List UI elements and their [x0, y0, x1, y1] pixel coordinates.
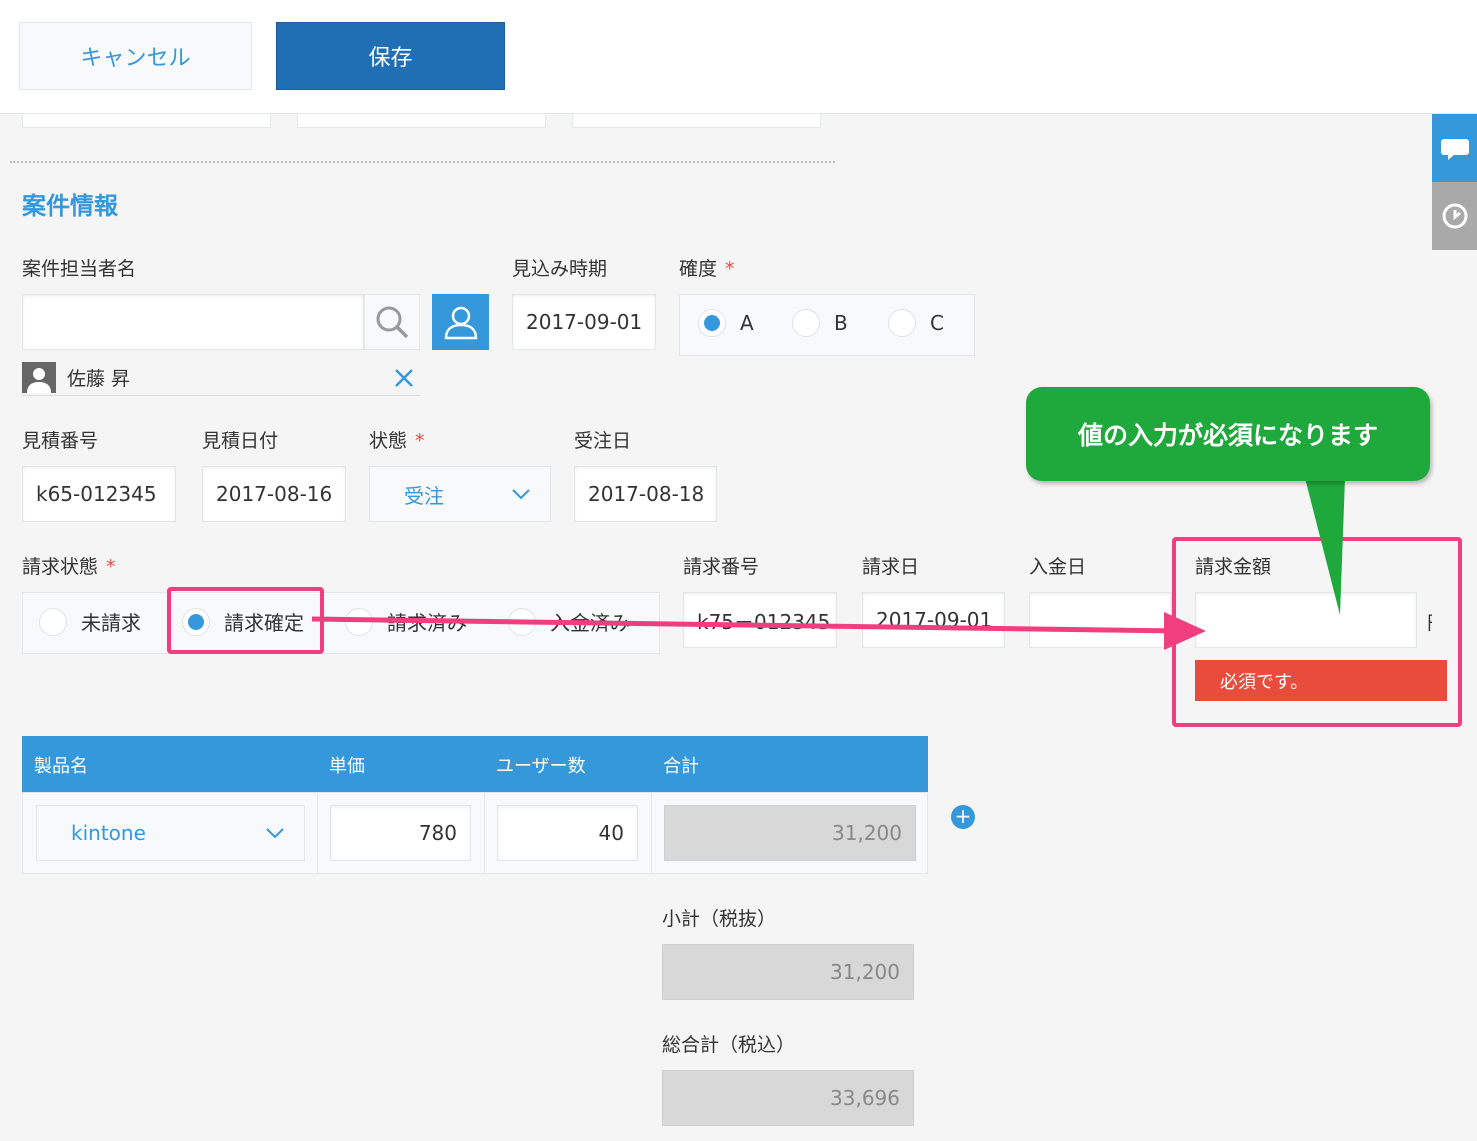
order-date-input[interactable]: 2017-08-18: [574, 466, 717, 522]
certainty-label: 確度 *: [679, 258, 735, 280]
history-icon: [1442, 203, 1467, 229]
invoice-no-label: 請求番号: [683, 556, 760, 578]
users-input[interactable]: 40: [497, 805, 638, 861]
header-unit-price: 単価: [329, 756, 365, 777]
close-icon: [395, 369, 413, 387]
product-dropdown[interactable]: kintone: [36, 805, 305, 861]
radio-unselected[interactable]: [508, 607, 536, 636]
payment-date-label: 入金日: [1029, 556, 1087, 578]
annotation-callout: 値の入力が必須になります: [1026, 387, 1430, 481]
invoice-no-input[interactable]: k75－012345: [683, 592, 837, 648]
grand-total-label: 総合計（税込）: [662, 1034, 796, 1056]
certainty-option-c[interactable]: C: [888, 309, 944, 337]
user-search-button[interactable]: [364, 294, 420, 350]
radio-unselected[interactable]: [39, 607, 67, 636]
user-picker-button[interactable]: [432, 294, 489, 350]
highlight-billing-confirmed: [167, 587, 324, 654]
field-cut-3: [572, 114, 821, 128]
history-tab[interactable]: [1432, 182, 1477, 250]
estimate-date-input[interactable]: 2017-08-16: [202, 466, 346, 522]
section-divider: [10, 161, 835, 163]
unit-price-input[interactable]: 780: [330, 805, 471, 861]
payment-date-input[interactable]: [1029, 592, 1172, 648]
cancel-button[interactable]: キャンセル: [19, 22, 252, 90]
grand-total-value: 33,696: [662, 1070, 914, 1126]
billing-option-billed[interactable]: 請求済み: [345, 607, 467, 636]
assignee-label: 案件担当者名: [22, 258, 137, 280]
radio-unselected[interactable]: [792, 309, 820, 337]
add-row-button[interactable]: +: [951, 805, 975, 829]
radio-selected[interactable]: [698, 309, 726, 337]
table-row: kintone 780 40 31,200: [22, 792, 928, 874]
product-table-header: 製品名 単価 ユーザー数 合計: [22, 736, 928, 792]
status-label: 状態 *: [369, 430, 425, 452]
row-total-value: 31,200: [664, 805, 916, 861]
field-cut-2: [297, 114, 546, 128]
avatar: [22, 362, 56, 393]
chevron-down-icon: [512, 489, 530, 500]
certainty-option-a[interactable]: A: [698, 309, 754, 337]
expected-date-label: 見込み時期: [512, 258, 608, 280]
billing-option-paid[interactable]: 入金済み: [508, 607, 630, 636]
header-total: 合計: [663, 756, 699, 777]
field-cut-1: [22, 114, 271, 128]
comment-tab[interactable]: [1432, 114, 1477, 182]
section-title: 案件情報: [22, 192, 118, 220]
remove-user-button[interactable]: [394, 368, 414, 392]
expected-date-input[interactable]: 2017-09-01: [512, 294, 656, 350]
certainty-option-b[interactable]: B: [792, 309, 848, 337]
radio-unselected[interactable]: [345, 607, 373, 636]
billing-option-unbilled[interactable]: 未請求: [39, 607, 141, 636]
invoice-date-label: 請求日: [862, 556, 920, 578]
toolbar: キャンセル 保存: [0, 0, 1477, 114]
avatar-icon: [27, 368, 51, 393]
estimate-no-input[interactable]: k65-012345: [22, 466, 176, 522]
cell-divider: [484, 793, 485, 873]
estimate-no-label: 見積番号: [22, 430, 99, 452]
radio-unselected[interactable]: [888, 309, 916, 337]
status-value: 受注: [404, 483, 444, 508]
selected-user-chip: 佐藤 昇: [22, 360, 420, 396]
certainty-radio-group: A B C: [679, 294, 975, 356]
order-date-label: 受注日: [574, 430, 632, 452]
invoice-date-input[interactable]: 2017-09-01: [862, 592, 1005, 648]
header-product: 製品名: [34, 756, 88, 777]
subtotal-label: 小計（税抜）: [662, 908, 777, 930]
chevron-down-icon: [266, 828, 284, 839]
save-button[interactable]: 保存: [276, 22, 505, 90]
subtotal-value: 31,200: [662, 944, 914, 1000]
estimate-date-label: 見積日付: [202, 430, 279, 452]
selected-user-name: 佐藤 昇: [67, 368, 131, 390]
status-dropdown[interactable]: 受注: [369, 466, 551, 522]
side-panel-tabs: [1432, 114, 1477, 251]
highlight-invoice-amount: [1172, 537, 1462, 727]
billing-status-label: 請求状態 *: [22, 556, 116, 578]
billing-status-radio-group: 未請求 請求確定 請求済み 入金済み: [22, 592, 660, 654]
search-icon: [376, 306, 409, 339]
user-icon: [444, 306, 477, 340]
cell-divider: [317, 793, 318, 873]
product-value: kintone: [71, 821, 146, 845]
comment-icon: [1440, 139, 1469, 160]
header-users: ユーザー数: [496, 756, 586, 777]
assignee-search-input[interactable]: [22, 294, 364, 350]
cell-divider: [651, 793, 652, 873]
